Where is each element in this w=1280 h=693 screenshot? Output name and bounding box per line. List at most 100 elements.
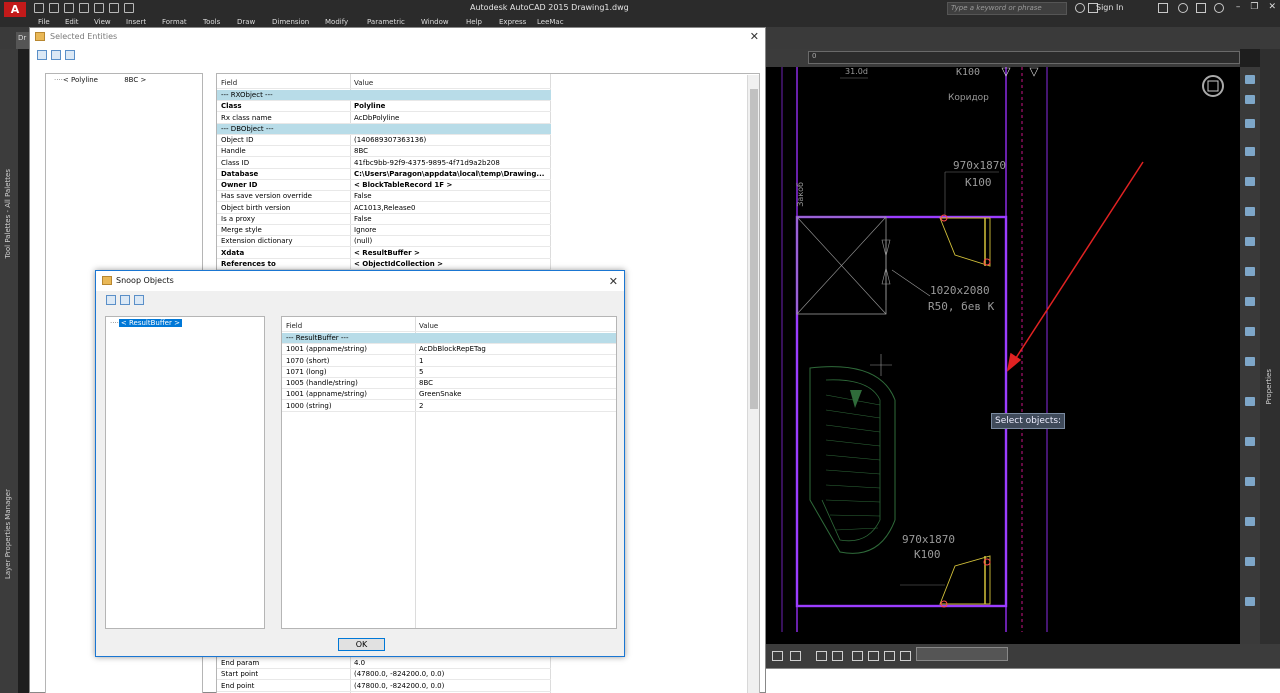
zoom-icon[interactable] — [1245, 95, 1255, 104]
lineweight-icon[interactable] — [900, 651, 911, 661]
drawing-canvas[interactable] — [766, 49, 1240, 644]
property-row[interactable]: Has save version override False — [217, 191, 551, 203]
category-row[interactable]: --- DBObject --- — [217, 123, 551, 135]
menu-tools[interactable]: Tools — [203, 18, 220, 26]
menu-draw[interactable]: Draw — [237, 18, 255, 26]
property-row[interactable]: References to < ObjectIdCollection > — [217, 259, 551, 270]
column-header-value[interactable]: Value — [354, 78, 373, 89]
property-row[interactable]: 1005 (handle/string) 8BC — [282, 378, 616, 390]
tool-icon[interactable] — [1245, 297, 1255, 306]
save-as-icon[interactable] — [79, 3, 89, 13]
vertical-scrollbar[interactable] — [747, 75, 759, 693]
snoop-property-grid[interactable]: Field Value --- ResultBuffer --- 1001 (ap… — [281, 316, 617, 629]
preview-icon[interactable] — [51, 50, 61, 60]
property-row[interactable]: Object birth version AC1013,Release0 — [217, 203, 551, 214]
polar-icon[interactable] — [852, 651, 863, 661]
grid-icon[interactable] — [790, 651, 801, 661]
help-icon[interactable] — [1214, 3, 1224, 13]
snap-icon[interactable] — [816, 651, 827, 661]
tool-icon[interactable] — [1245, 237, 1255, 246]
property-row[interactable]: Rx class name AcDbPolyline — [217, 113, 551, 124]
pan-icon[interactable] — [1245, 75, 1255, 84]
property-row[interactable]: 1070 (short) 1 — [282, 356, 616, 367]
autocad-logo-icon[interactable]: A — [4, 2, 26, 17]
tool-icon[interactable] — [1245, 437, 1255, 446]
redo-icon[interactable] — [124, 3, 134, 13]
help-search-input[interactable]: Type a keyword or phrase — [947, 2, 1067, 15]
status-dropdown[interactable] — [916, 647, 1008, 661]
new-file-icon[interactable] — [34, 3, 44, 13]
property-row[interactable]: Is a proxy False — [217, 214, 551, 225]
sign-in-button[interactable]: Sign In — [1096, 3, 1123, 12]
layer-combo[interactable]: 0 — [808, 51, 1240, 64]
close-icon[interactable]: ✕ — [1268, 2, 1276, 12]
ok-button[interactable]: OK — [338, 638, 385, 651]
snoop-tree[interactable]: ···· < ResultBuffer > — [105, 316, 265, 629]
close-icon[interactable]: ✕ — [750, 30, 759, 43]
property-row[interactable]: Merge style Ignore — [217, 225, 551, 237]
command-line-input[interactable] — [766, 668, 1280, 693]
column-header-value[interactable]: Value — [419, 321, 438, 332]
property-row[interactable]: Class Polyline — [217, 101, 551, 113]
undo-icon[interactable] — [109, 3, 119, 13]
tool-icon[interactable] — [1245, 147, 1255, 156]
property-row[interactable]: End param 4.0 — [217, 658, 551, 670]
osnap-icon[interactable] — [868, 651, 879, 661]
menu-file[interactable]: File — [38, 18, 50, 26]
category-row[interactable]: --- ResultBuffer --- — [282, 333, 616, 345]
menu-view[interactable]: View — [94, 18, 111, 26]
otrack-icon[interactable] — [884, 651, 895, 661]
binoculars-icon[interactable] — [1075, 3, 1085, 13]
print-icon[interactable] — [37, 50, 47, 60]
menu-parametric[interactable]: Parametric — [367, 18, 405, 26]
model-icon[interactable] — [772, 651, 783, 661]
a360-icon[interactable] — [1178, 3, 1188, 13]
property-row[interactable]: Database C:\Users\Paragon\appdata\local\t… — [217, 169, 551, 180]
maximize-icon[interactable]: ❐ — [1250, 2, 1258, 12]
tool-icon[interactable] — [1245, 267, 1255, 276]
property-row[interactable]: 1071 (long) 5 — [282, 367, 616, 378]
property-row[interactable]: Start point (47800.0, -824200.0, 0.0) — [217, 669, 551, 681]
menu-dimension[interactable]: Dimension — [272, 18, 309, 26]
category-row[interactable]: --- RXObject --- — [217, 90, 551, 102]
ortho-icon[interactable] — [832, 651, 843, 661]
property-row[interactable]: Extension dictionary (null) — [217, 236, 551, 248]
menu-insert[interactable]: Insert — [126, 18, 146, 26]
tree-item-resultbuffer[interactable]: ···· < ResultBuffer > — [110, 319, 182, 327]
tool-icon[interactable] — [1245, 517, 1255, 526]
column-header-field[interactable]: Field — [221, 78, 237, 89]
tool-icon[interactable] — [1245, 207, 1255, 216]
tool-icon[interactable] — [1245, 557, 1255, 566]
tool-palettes-label[interactable]: Tool Palettes - All Palettes — [4, 169, 12, 258]
copy-icon[interactable] — [134, 295, 144, 305]
properties-label[interactable]: Properties — [1265, 369, 1273, 404]
menu-edit[interactable]: Edit — [65, 18, 79, 26]
menu-express[interactable]: Express — [499, 18, 526, 26]
scrollbar-thumb[interactable] — [750, 89, 758, 409]
layer-properties-label[interactable]: Layer Properties Manager — [4, 489, 12, 579]
property-row[interactable]: 1001 (appname/string) GreenSnake — [282, 389, 616, 401]
property-row[interactable]: Xdata < ResultBuffer > — [217, 248, 551, 259]
print-icon[interactable] — [106, 295, 116, 305]
minimize-icon[interactable]: – — [1236, 2, 1241, 12]
property-row[interactable]: Handle 8BC — [217, 146, 551, 158]
plot-icon[interactable] — [94, 3, 104, 13]
menu-format[interactable]: Format — [162, 18, 187, 26]
property-row[interactable]: Object ID (140689307363136) — [217, 135, 551, 147]
property-row[interactable]: 1000 (string) 2 — [282, 401, 616, 412]
preview-icon[interactable] — [120, 295, 130, 305]
menu-leemac[interactable]: LeeMac — [537, 18, 564, 26]
tool-icon[interactable] — [1245, 397, 1255, 406]
copy-icon[interactable] — [65, 50, 75, 60]
tool-icon[interactable] — [1245, 327, 1255, 336]
property-row[interactable]: 1001 (appname/string) AcDbBlockRepETag — [282, 344, 616, 356]
tool-icon[interactable] — [1245, 477, 1255, 486]
property-row[interactable]: Owner ID < BlockTableRecord 1F > — [217, 180, 551, 192]
property-row[interactable]: End point (47800.0, -824200.0, 0.0) — [217, 681, 551, 692]
property-row[interactable]: Class ID 41fbc9bb-92f9-4375-9895-4f71d9a2… — [217, 158, 551, 169]
exchange-apps-icon[interactable] — [1158, 3, 1168, 13]
tool-icon[interactable] — [1245, 597, 1255, 606]
menu-help[interactable]: Help — [466, 18, 482, 26]
tool-icon[interactable] — [1245, 357, 1255, 366]
tool-icon[interactable] — [1245, 177, 1255, 186]
